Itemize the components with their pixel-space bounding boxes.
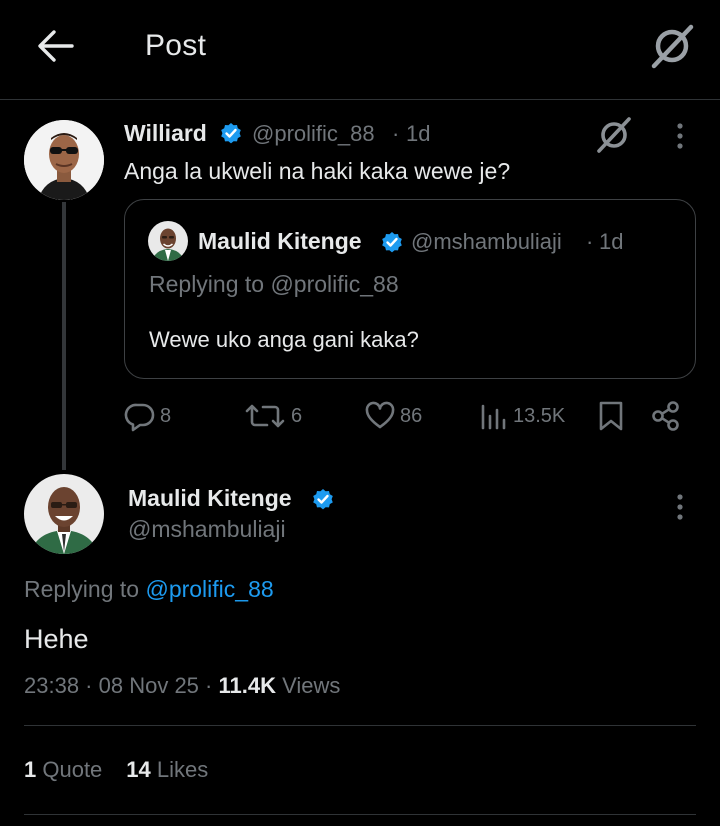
verified-badge-icon	[311, 487, 335, 511]
reply-icon	[124, 403, 155, 432]
meta-separator: ·	[198, 673, 219, 698]
quotes-count: 1	[24, 757, 37, 782]
tweet-time[interactable]: 23:38	[24, 673, 79, 698]
reply-button[interactable]: 8	[124, 400, 171, 432]
more-options-icon[interactable]	[668, 491, 692, 523]
like-count: 86	[400, 404, 423, 427]
divider	[24, 814, 696, 815]
reply-count: 8	[160, 404, 172, 427]
avatar-maulid-small	[148, 221, 188, 261]
quoted-author-name: Maulid Kitenge	[198, 228, 362, 254]
replying-mention-link[interactable]: @prolific_88	[145, 576, 273, 602]
separator-dot: ·	[392, 121, 400, 146]
author-handle[interactable]: @mshambuliaji	[128, 516, 286, 543]
divider	[24, 725, 696, 726]
views-label: Views	[275, 673, 341, 698]
tweet-time[interactable]: 1d	[406, 121, 430, 147]
likes-label: Likes	[150, 757, 209, 782]
verified-badge-icon	[380, 230, 404, 254]
share-icon	[652, 401, 679, 431]
more-options-icon[interactable]	[668, 120, 692, 152]
engagement-stats: 1 Quote 14 Likes	[24, 757, 208, 783]
quoted-tweet-text: Wewe uko anga gani kaka?	[149, 327, 419, 352]
avatar-maulid[interactable]	[24, 474, 104, 554]
quoted-tweet-time: 1d	[599, 229, 624, 254]
avatar-williard[interactable]	[24, 120, 104, 200]
meta-separator: ·	[79, 673, 99, 698]
tweet-date[interactable]: 08 Nov 25	[99, 673, 199, 698]
heart-icon	[365, 401, 395, 429]
grok-icon[interactable]	[646, 22, 696, 70]
quoted-replying-to: Replying to @prolific_88	[149, 271, 399, 297]
repost-icon	[245, 404, 285, 428]
back-arrow-icon[interactable]	[36, 26, 76, 66]
author-name[interactable]: Maulid Kitenge	[128, 485, 292, 512]
quoted-author-handle: @mshambuliaji	[411, 229, 562, 254]
tweet-text: Hehe	[24, 624, 89, 654]
separator-dot: ·	[586, 229, 594, 254]
replying-to: Replying to @prolific_88	[24, 576, 274, 603]
author-handle[interactable]: @prolific_88	[252, 121, 375, 147]
repost-count: 6	[291, 404, 303, 427]
analytics-icon	[481, 404, 506, 430]
thread-line	[62, 202, 66, 470]
top-bar: Post	[0, 0, 720, 100]
quotes-label: Quote	[36, 757, 103, 782]
quotes-link[interactable]: 1 Quote	[24, 757, 102, 782]
repost-button[interactable]: 6	[243, 400, 302, 432]
replying-prefix: Replying to	[24, 576, 146, 602]
views-count: 11.4K	[218, 673, 276, 698]
share-button[interactable]	[651, 400, 685, 432]
likes-count: 14	[126, 757, 151, 782]
like-button[interactable]: 86	[364, 400, 422, 432]
tweet-text: Anga la ukweli na haki kaka wewe je?	[124, 158, 511, 184]
views-count: 13.5K	[513, 404, 566, 427]
tweet-meta: 23:38 · 08 Nov 25 · 11.4K Views	[24, 673, 340, 699]
verified-badge-icon	[219, 121, 243, 145]
likes-link[interactable]: 14 Likes	[126, 757, 208, 782]
page-title: Post	[145, 29, 207, 62]
bookmark-icon	[599, 401, 623, 431]
views-button[interactable]: 13.5K	[479, 400, 565, 432]
author-name[interactable]: Williard	[124, 120, 207, 147]
bookmark-button[interactable]	[597, 400, 629, 432]
grok-icon[interactable]	[593, 116, 633, 154]
